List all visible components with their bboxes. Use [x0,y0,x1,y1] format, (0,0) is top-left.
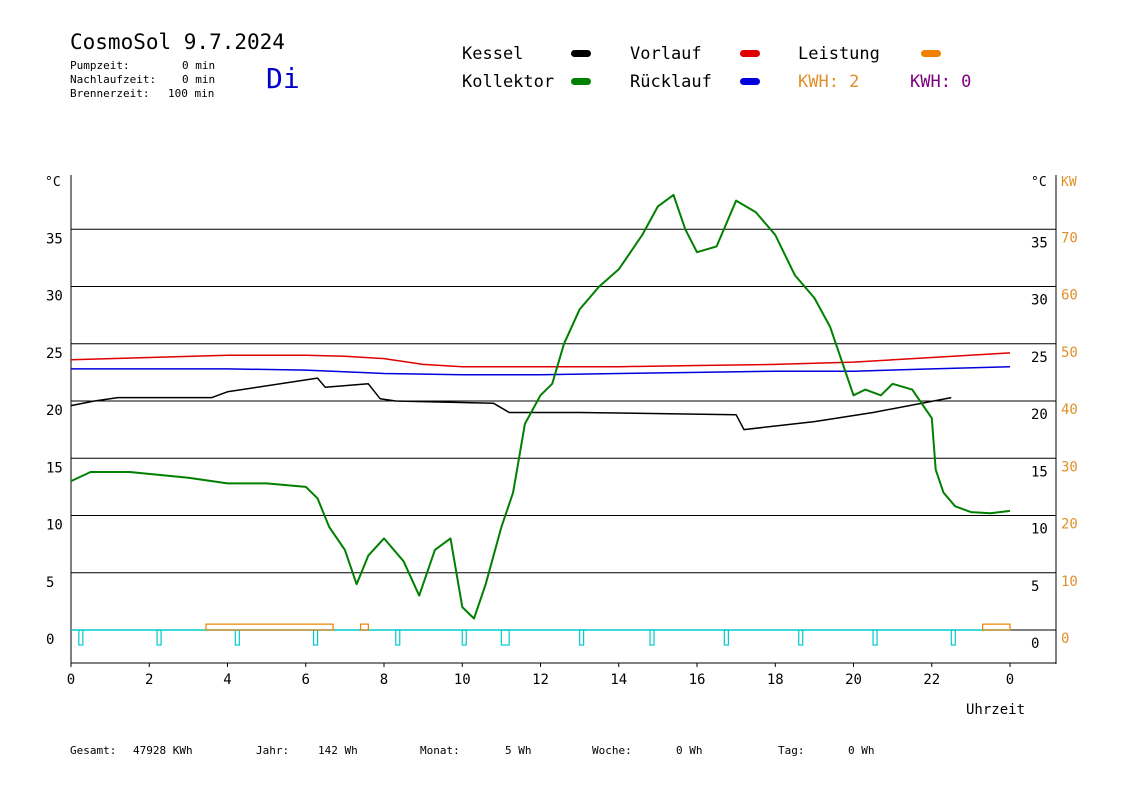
y-tick-label-left: 15 [46,460,63,476]
day-value: 0 Wh [848,744,875,757]
x-tick-label: 0 [67,672,75,688]
y-tick-label-left: 10 [46,518,63,534]
leistung-segment [982,623,1011,631]
total-label: Gesamt: [70,744,117,757]
week-label: Woche: [592,744,632,757]
y-tick-label-power: 70 [1061,230,1078,246]
y-tick-label-left: 5 [46,575,54,591]
day-label: Tag: [778,744,805,757]
y-tick-label-left: 20 [46,403,63,419]
y-tick-label-power: 0 [1061,631,1069,647]
x-tick-label: 20 [845,672,862,688]
month-value: 5 Wh [505,744,532,757]
y-tick-label-right: 10 [1031,522,1048,538]
series-vorlauf [70,352,1011,368]
x-tick-label: 4 [223,672,231,688]
chart-ticks: 0 0 05 5 1010 10 2015 15 3020 20 4025 25 5030 30 6035 3… [46,230,1078,688]
y-tick-label-right: 35 [1031,235,1048,251]
x-axis-label: Uhrzeit [966,702,1025,718]
y-tick-label-left: 0 [46,632,54,648]
x-tick-label: 22 [923,672,940,688]
y-tick-label-left: 25 [46,346,63,362]
y-tick-label-right: 20 [1031,407,1048,423]
x-tick-label: 8 [380,672,388,688]
pump-pulse [723,629,729,646]
pump-pulse [579,629,585,646]
y-tick-label-power: 60 [1061,288,1078,304]
x-tick-label: 10 [454,672,471,688]
chart-axes [70,175,1057,664]
year-label: Jahr: [256,744,290,757]
week-value: 0 Wh [676,744,703,757]
pump-pulse [312,629,319,646]
y-axis-unit-power: KW [1061,175,1077,190]
x-tick-label: 14 [610,672,627,688]
y-axis-unit-right: °C [1031,175,1047,190]
leistung-segment [205,623,334,631]
y-tick-label-power: 20 [1061,517,1078,533]
pump-pulse [798,629,804,646]
x-tick-label: 18 [767,672,784,688]
y-tick-label-right: 30 [1031,293,1048,309]
chart-series [70,193,1011,646]
y-tick-label-right: 15 [1031,464,1048,480]
temperature-chart: 0 0 05 5 1010 10 2015 15 3020 20 4025 25 5030 30 6035 3… [45,175,1078,718]
x-tick-label: 2 [145,672,153,688]
series-ruecklauf [71,365,1011,376]
pump-pulse [500,629,510,646]
pump-pulse [461,629,467,646]
pump-pulse [950,629,956,646]
year-value: 142 Wh [318,744,358,757]
y-axis-unit-left: °C [45,175,61,190]
pump-pulse [78,629,84,646]
pump-pulse [872,629,878,646]
y-tick-label-right: 5 [1031,579,1039,595]
pump-pulse [234,629,240,646]
series-kessel [70,377,952,431]
x-tick-label: 6 [302,672,310,688]
chart-grid [71,228,1056,574]
pump-pulse [649,629,655,646]
y-tick-label-right: 0 [1031,636,1039,652]
x-tick-label: 16 [689,672,706,688]
pump-pulse [156,629,162,646]
x-tick-label: 0 [1006,672,1014,688]
series-kollektor [70,193,1011,620]
total-value: 47928 KWh [133,744,193,757]
y-tick-label-right: 25 [1031,350,1048,366]
leistung-segment [359,623,369,631]
y-tick-label-left: 35 [46,231,63,247]
x-tick-label: 12 [532,672,549,688]
y-tick-label-power: 50 [1061,345,1078,361]
y-tick-label-power: 40 [1061,402,1078,418]
y-tick-label-power: 30 [1061,459,1078,475]
y-tick-label-power: 10 [1061,574,1078,590]
pump-pulse [395,629,401,646]
month-label: Monat: [420,744,460,757]
y-tick-label-left: 30 [46,289,63,305]
